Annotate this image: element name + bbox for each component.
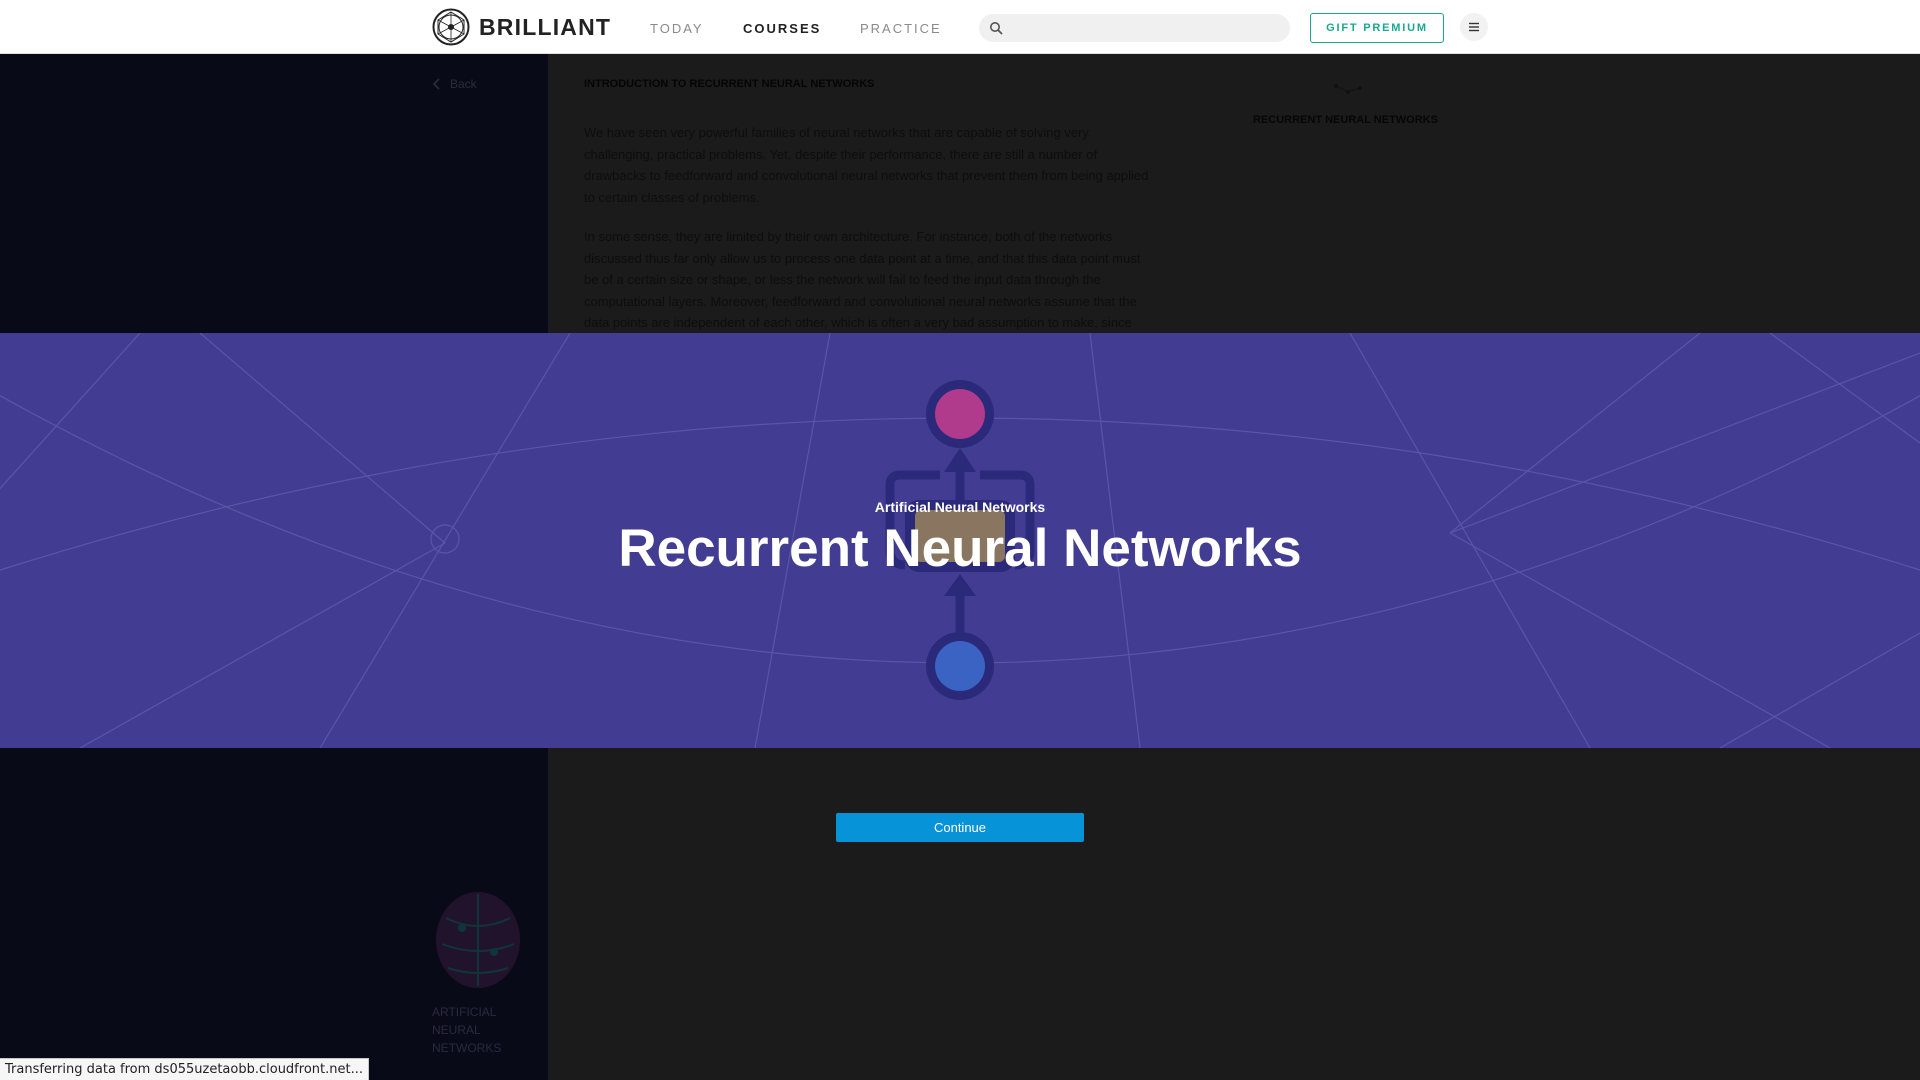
brain-icon[interactable]	[432, 888, 524, 992]
course-banner: Artificial Neural Networks Recurrent Neu…	[0, 333, 1920, 748]
back-link[interactable]: Back	[432, 77, 477, 91]
chevron-left-icon	[432, 78, 440, 90]
back-label: Back	[450, 77, 477, 91]
search-icon	[990, 22, 1003, 35]
continue-button[interactable]: Continue	[836, 813, 1084, 842]
brilliant-logo-icon	[432, 8, 470, 46]
top-nav: BRILLIANT TODAY COURSES PRACTICE GIFT PR…	[0, 0, 1920, 54]
logo-text: BRILLIANT	[479, 13, 612, 40]
brilliant-logo[interactable]: BRILLIANT	[432, 8, 611, 46]
banner-title: Recurrent Neural Networks	[618, 519, 1302, 578]
nav-today[interactable]: TODAY	[650, 21, 704, 36]
course-map-icon	[1334, 84, 1362, 94]
nav-practice[interactable]: PRACTICE	[860, 21, 942, 36]
banner-course-subtitle: Artificial Neural Networks	[874, 499, 1046, 515]
gift-premium-button[interactable]: GIFT PREMIUM	[1310, 13, 1444, 43]
article-paragraph: We have seen very powerful families of n…	[584, 125, 1149, 205]
browser-status-bar: Transferring data from ds055uzetaobb.clo…	[0, 1058, 369, 1080]
article-paragraph: In some sense, they are limited by their…	[584, 229, 1141, 330]
article-title: INTRODUCTION TO RECURRENT NEURAL NETWORK…	[584, 78, 875, 90]
search-bar[interactable]	[979, 14, 1290, 42]
search-input[interactable]	[1009, 19, 1273, 37]
hamburger-menu-icon	[1469, 22, 1479, 32]
sidebar-course-label[interactable]: ARTIFICIAL NEURAL NETWORKS	[432, 1003, 512, 1057]
right-panel-title: RECURRENT NEURAL NETWORKS	[1253, 114, 1438, 126]
nav-courses[interactable]: COURSES	[743, 21, 821, 36]
menu-button[interactable]	[1460, 13, 1488, 41]
